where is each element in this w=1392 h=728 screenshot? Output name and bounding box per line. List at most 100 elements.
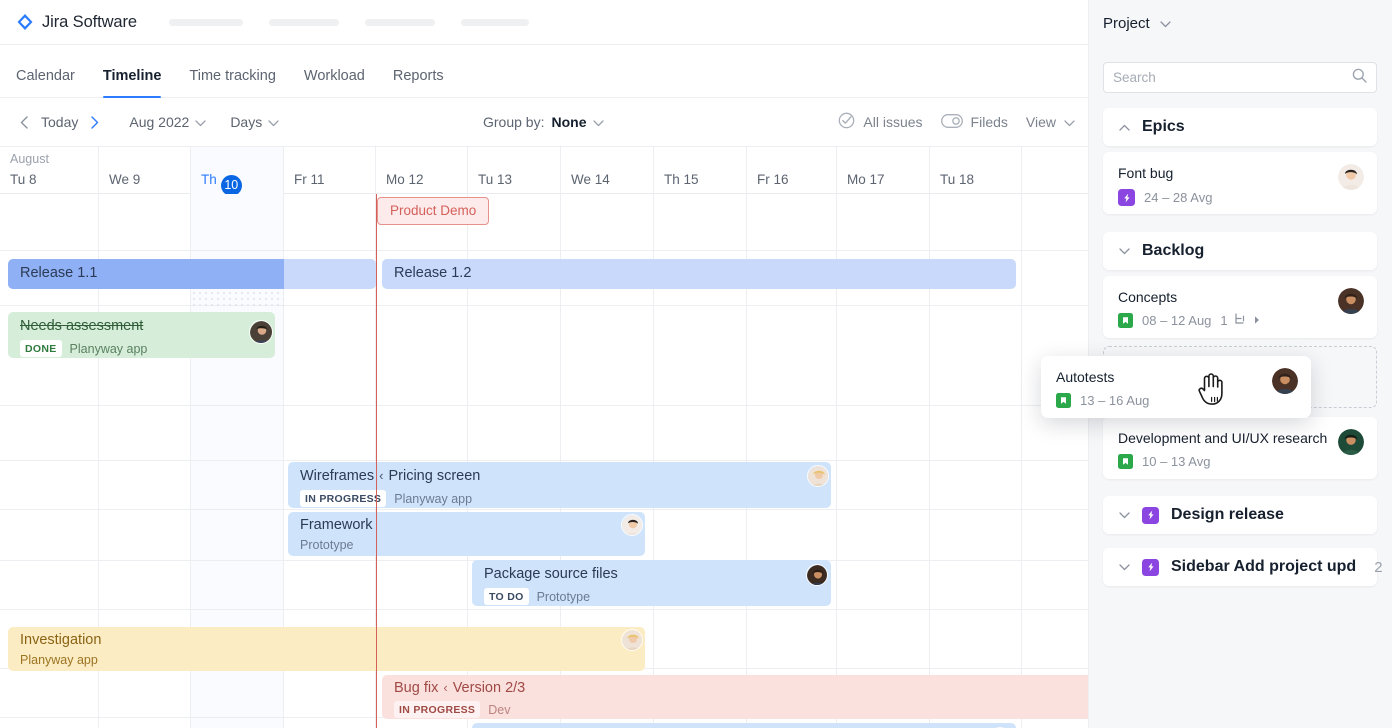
sidebar-item-concepts[interactable]: Concepts 08 – 12 Aug 1 — [1103, 276, 1377, 338]
group-label: Backlog — [1142, 242, 1204, 260]
fields-toggle[interactable]: Fileds — [941, 114, 1008, 131]
sidebar-group-sidebar-add-project-upd[interactable]: Sidebar Add project upd 2 — [1103, 548, 1377, 586]
avatar[interactable] — [1272, 368, 1298, 394]
tab-time-tracking[interactable]: Time tracking — [189, 68, 275, 97]
group-label: Epics — [1142, 118, 1185, 136]
bar-project-label: Planyway app — [70, 342, 148, 356]
tab-calendar[interactable]: Calendar — [16, 68, 75, 97]
date-column-header[interactable]: Th 15 — [654, 147, 747, 195]
item-title: Font bug — [1118, 165, 1173, 181]
group-by-value: None — [551, 114, 586, 130]
next-period-button[interactable] — [85, 110, 105, 134]
avatar[interactable] — [806, 564, 828, 586]
timeline-bar-investigation[interactable]: Investigation Planyway app — [8, 627, 645, 671]
date-column-header-today[interactable]: Th10 — [191, 147, 284, 195]
timeline-bar-wireframes-pricing-screen[interactable]: Wireframes‹Pricing screen IN PROGRESS Pl… — [288, 462, 831, 508]
timeline-bar-framework[interactable]: Framework Prototype — [288, 512, 645, 556]
day-label: We 14 — [571, 172, 610, 187]
timeline-bar-release-1-2[interactable]: Release 1.2 — [382, 259, 1016, 289]
chevron-down-icon — [195, 114, 206, 130]
day-label: Th10 — [201, 172, 242, 196]
search-icon[interactable] — [1352, 68, 1367, 88]
date-column-header[interactable]: Tu 13 — [468, 147, 561, 195]
date-column-header[interactable]: Fr 11 — [284, 147, 376, 195]
sidebar-group-design-release[interactable]: Design release — [1103, 496, 1377, 534]
date-column-header[interactable]: Tu 18 — [930, 147, 1022, 195]
month-select-value: Aug 2022 — [129, 114, 189, 130]
tab-workload[interactable]: Workload — [304, 68, 365, 97]
timeline-bar-package-source-files-1[interactable]: Package source files TO DO Prototype — [472, 560, 831, 606]
chevron-down-icon — [593, 114, 604, 130]
date-column-header[interactable]: We 9 — [99, 147, 191, 195]
subtask-branch-icon[interactable] — [1234, 313, 1247, 328]
zoom-select[interactable]: Days — [230, 114, 279, 130]
avatar[interactable] — [1338, 288, 1364, 314]
sidebar-group-epics[interactable]: Epics — [1103, 108, 1377, 146]
chevron-up-icon[interactable] — [1119, 118, 1130, 136]
item-dates: 13 – 16 Aug — [1080, 393, 1149, 408]
group-by-label: Group by: — [483, 114, 544, 130]
bar-title: Package source files — [484, 566, 618, 582]
timeline-bar-needs-assessment[interactable]: Needs assessment DONE Planyway app — [8, 312, 275, 358]
sidebar-title: Project — [1103, 15, 1150, 32]
story-icon — [1118, 313, 1133, 328]
sidebar-item-development-and-ui-ux-research[interactable]: Development and UI/UX research 10 – 13 A… — [1103, 417, 1377, 479]
date-column-header[interactable]: We 14 — [561, 147, 654, 195]
dependency-arrow-icon: ‹ — [443, 680, 447, 695]
sidebar-group-backlog[interactable]: Backlog — [1103, 232, 1377, 270]
bar-title-secondary: Pricing screen — [388, 468, 480, 484]
chevron-down-icon[interactable] — [1119, 242, 1130, 260]
placeholder-pill — [365, 19, 435, 26]
avatar[interactable] — [1338, 429, 1364, 455]
brand-title: Jira Software — [42, 13, 137, 32]
group-by-control[interactable]: Group by: None — [483, 114, 604, 130]
timeline-bar-release-1-1[interactable]: Release 1.1 — [8, 259, 376, 289]
month-select[interactable]: Aug 2022 — [129, 114, 206, 130]
status-badge: DONE — [20, 340, 62, 357]
date-column-header[interactable]: Mo 17 — [837, 147, 930, 195]
bar-title: Needs assessment — [20, 318, 143, 334]
day-label: Fr 16 — [757, 172, 789, 187]
timeline-bar-package-source-files-2[interactable]: Package source files Planyway — [472, 723, 1016, 728]
toolbar-right-group: All issues Fileds View — [838, 112, 1075, 132]
view-menu[interactable]: View — [1026, 114, 1075, 130]
timeline-canvas[interactable]: August Tu 8 We 9 Th10 Fr 11 Mo 12 Tu 13 … — [0, 146, 1088, 728]
timeline-bar-bug-fix-version-2-3[interactable]: Bug fix‹Version 2/3 IN PROGRESS Dev — [382, 675, 1088, 719]
milestone-stick — [376, 199, 377, 680]
chevron-down-icon[interactable] — [1119, 506, 1130, 524]
item-dates: 10 – 13 Avg — [1142, 454, 1210, 469]
bar-subline: IN PROGRESS Dev — [394, 701, 510, 718]
all-issues-filter[interactable]: All issues — [838, 112, 922, 132]
avatar[interactable] — [249, 320, 273, 344]
bar-title: Bug fix‹Version 2/3 — [394, 680, 525, 696]
avatar[interactable] — [1338, 164, 1364, 190]
tab-timeline[interactable]: Timeline — [103, 68, 162, 97]
date-column-header[interactable]: Mo 12 — [376, 147, 468, 195]
expand-subtasks-icon[interactable] — [1253, 313, 1261, 328]
avatar[interactable] — [621, 514, 643, 536]
sidebar-project-selector[interactable]: Project — [1103, 15, 1171, 32]
search-input[interactable] — [1113, 70, 1352, 85]
story-icon — [1118, 454, 1133, 469]
day-label: Tu 13 — [478, 172, 512, 187]
status-badge: IN PROGRESS — [394, 701, 480, 718]
date-column-header[interactable]: August Tu 8 — [0, 147, 99, 195]
milestone-product-demo[interactable]: Product Demo — [377, 197, 489, 225]
search-box[interactable] — [1103, 62, 1377, 93]
date-column-header[interactable] — [1022, 147, 1088, 195]
today-button[interactable]: Today — [34, 114, 85, 130]
date-column-header[interactable]: Fr 16 — [747, 147, 837, 195]
item-meta: 13 – 16 Aug — [1056, 393, 1149, 408]
item-meta: 24 – 28 Avg — [1118, 189, 1212, 206]
bar-subline: IN PROGRESS Planyway app — [300, 490, 472, 507]
prev-period-button[interactable] — [14, 110, 34, 134]
date-nav-group: Today — [14, 110, 105, 134]
avatar[interactable] — [807, 465, 829, 487]
dragged-card-autotests[interactable]: Autotests 13 – 16 Aug — [1041, 356, 1311, 418]
bar-title: Investigation — [20, 632, 101, 648]
avatar[interactable] — [621, 629, 643, 651]
bar-subline: DONE Planyway app — [20, 340, 147, 357]
chevron-down-icon[interactable] — [1119, 558, 1130, 576]
sidebar-item-font-bug[interactable]: Font bug 24 – 28 Avg — [1103, 152, 1377, 214]
tab-reports[interactable]: Reports — [393, 68, 444, 97]
